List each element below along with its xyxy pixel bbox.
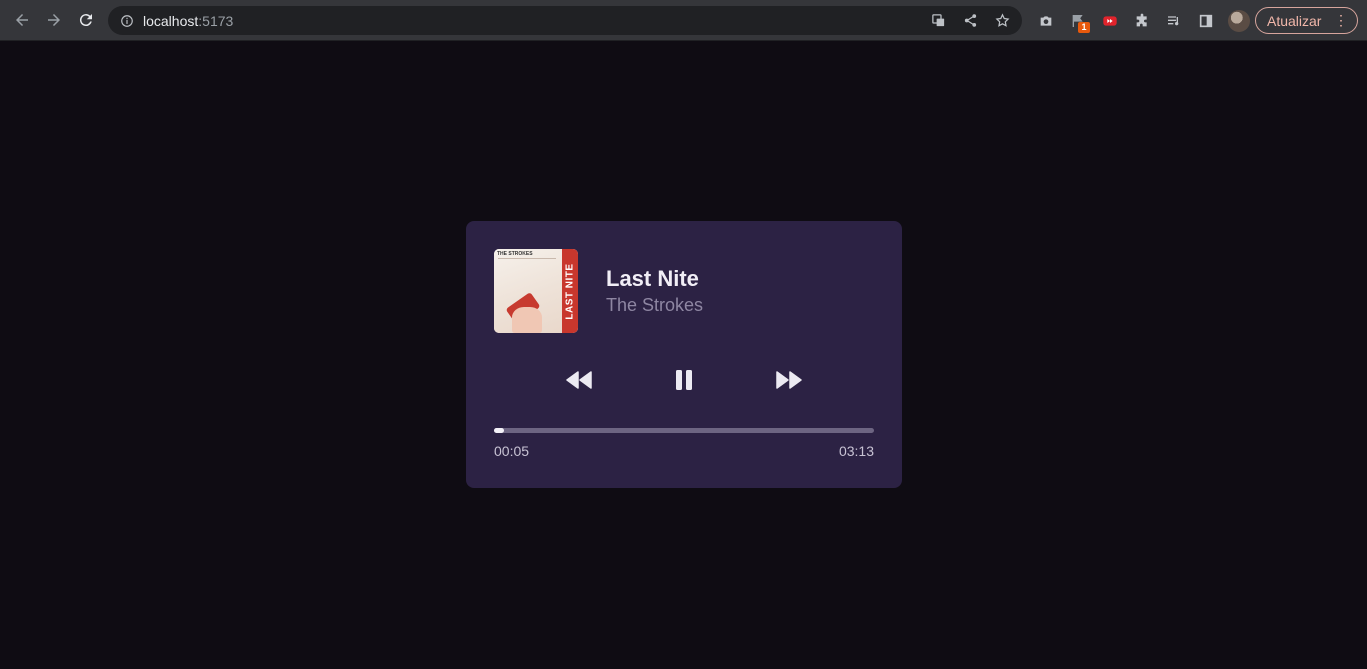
progress-fill bbox=[494, 428, 505, 433]
cover-band-text: THE STROKES bbox=[497, 251, 533, 257]
address-bar[interactable]: localhost:5173 bbox=[108, 6, 1022, 35]
song-artist: The Strokes bbox=[606, 295, 704, 315]
current-time: 00:05 bbox=[494, 443, 530, 459]
update-button[interactable]: Atualizar ⋮ bbox=[1255, 7, 1358, 34]
playback-controls bbox=[466, 366, 902, 394]
profile-avatar[interactable] bbox=[1228, 9, 1250, 32]
puzzle-icon[interactable] bbox=[1126, 6, 1158, 35]
reload-button[interactable] bbox=[72, 6, 100, 34]
album-cover: THE STROKES LAST NITE bbox=[494, 249, 578, 333]
url-host: localhost bbox=[143, 12, 199, 29]
rewind-button[interactable] bbox=[563, 366, 595, 394]
pause-icon bbox=[676, 370, 692, 390]
arrow-left-icon bbox=[16, 14, 28, 26]
progress-bar[interactable] bbox=[494, 428, 874, 433]
omnibox-actions bbox=[922, 6, 1018, 35]
extensions-area: 1 bbox=[1030, 6, 1250, 35]
browser-toolbar: localhost:5173 1 Atualizar ⋮ bbox=[0, 0, 1367, 41]
bookmark-star-icon[interactable] bbox=[986, 6, 1018, 35]
url-port: :5173 bbox=[198, 12, 234, 29]
pause-button[interactable] bbox=[668, 366, 700, 394]
info-icon[interactable] bbox=[120, 14, 134, 28]
side-panel-icon[interactable] bbox=[1190, 6, 1222, 35]
music-player: THE STROKES LAST NITE Last Nite The Stro… bbox=[466, 221, 902, 488]
total-time: 03:13 bbox=[838, 443, 874, 459]
flag-extension-icon[interactable]: 1 bbox=[1062, 6, 1094, 35]
more-menu-icon[interactable]: ⋮ bbox=[1334, 12, 1348, 29]
cover-line bbox=[498, 258, 556, 259]
translate-icon[interactable] bbox=[922, 6, 954, 35]
youtube-extension-icon[interactable] bbox=[1094, 6, 1126, 35]
update-label: Atualizar bbox=[1267, 12, 1322, 29]
fast-forward-button[interactable] bbox=[773, 366, 805, 394]
cover-spine-text: LAST NITE bbox=[564, 262, 576, 320]
rewind-icon bbox=[566, 371, 592, 389]
share-icon[interactable] bbox=[954, 6, 986, 35]
extension-badge: 1 bbox=[1078, 22, 1090, 33]
arrow-right-icon bbox=[48, 14, 60, 26]
song-title: Last Nite bbox=[606, 266, 699, 291]
forward-button[interactable] bbox=[40, 6, 68, 34]
cover-spine: LAST NITE bbox=[562, 249, 578, 333]
back-button[interactable] bbox=[8, 6, 36, 34]
fast-forward-icon bbox=[776, 371, 802, 389]
camera-icon[interactable] bbox=[1030, 6, 1062, 35]
media-queue-icon[interactable] bbox=[1158, 6, 1190, 35]
url-text: localhost:5173 bbox=[143, 13, 233, 29]
reload-icon bbox=[79, 14, 92, 27]
cover-hand bbox=[512, 307, 542, 333]
